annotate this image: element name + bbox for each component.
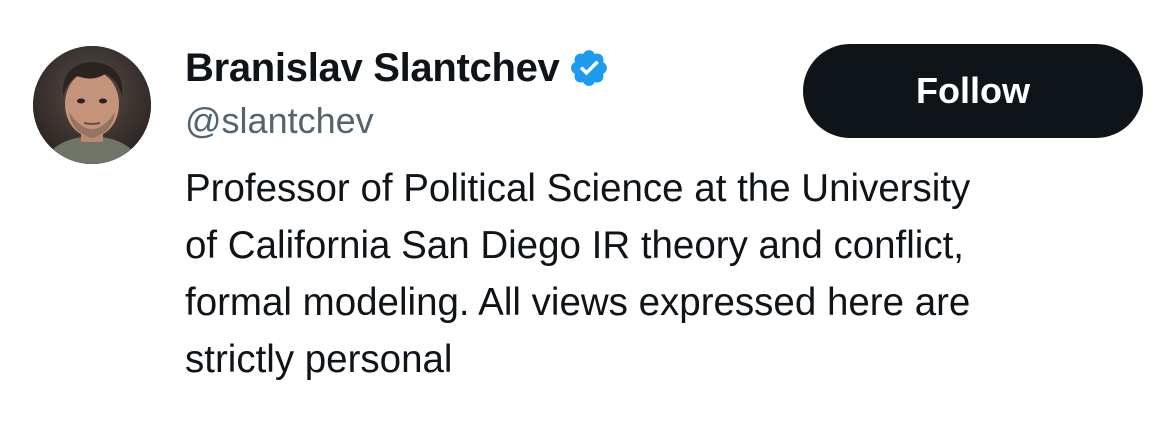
- bio-line: Professor of Political Science at the Un…: [185, 167, 971, 210]
- display-name[interactable]: Branislav Slantchev: [185, 46, 560, 91]
- verified-badge-icon[interactable]: [568, 47, 610, 89]
- bio-line: strictly personal: [185, 338, 453, 381]
- handle[interactable]: @slantchev: [185, 100, 374, 142]
- follow-button[interactable]: Follow: [803, 44, 1143, 138]
- bio-line: formal modeling. All views expressed her…: [185, 281, 971, 324]
- name-row: Branislav Slantchev: [185, 40, 610, 96]
- bio-line: of California San Diego IR theory and co…: [185, 224, 964, 267]
- profile-card: Branislav Slantchev @slantchev Follow Pr…: [0, 0, 1170, 438]
- bio: Professor of Political Science at the Un…: [185, 160, 1145, 388]
- avatar[interactable]: [33, 46, 151, 164]
